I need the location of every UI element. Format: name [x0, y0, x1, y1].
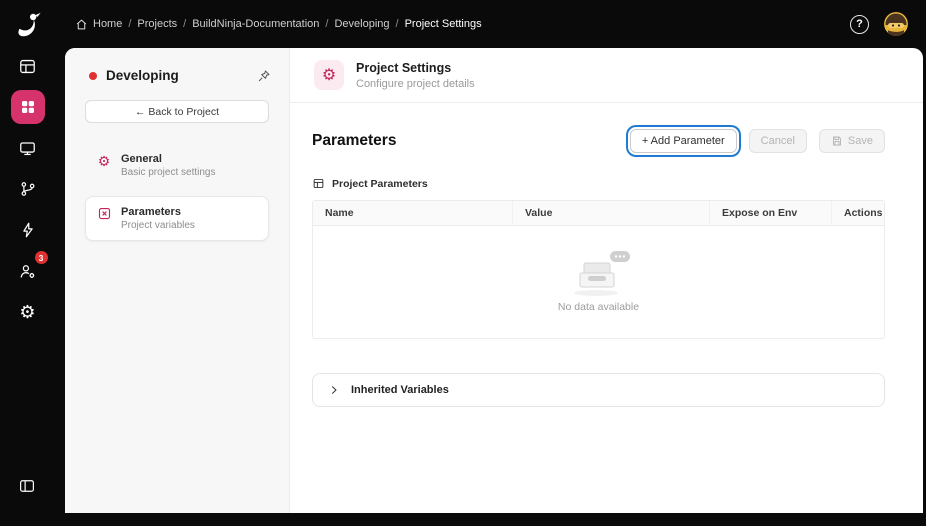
pin-icon[interactable]	[257, 69, 271, 83]
empty-inbox-icon	[573, 251, 630, 296]
parameters-section: Parameters + Add Parameter Cancel Save P…	[290, 103, 923, 513]
parameters-icon	[96, 206, 112, 221]
page-header-text: Project Settings Configure project detai…	[356, 61, 475, 90]
project-parameters-group: Project Parameters	[312, 177, 885, 190]
page-header: ⚙ Project Settings Configure project det…	[290, 48, 923, 103]
column-header-expose-on-env: Expose on Env	[710, 201, 832, 225]
add-parameter-button[interactable]: + Add Parameter	[629, 129, 737, 153]
collapse-sidebar-button[interactable]	[10, 469, 44, 503]
breadcrumb: Home / Projects / BuildNinja-Documentati…	[75, 18, 482, 31]
breadcrumb-separator: /	[128, 18, 132, 30]
sidebar-item-parameters[interactable]: Parameters Project variables	[85, 196, 269, 241]
topbar-actions: ?	[850, 12, 908, 36]
table-icon	[313, 178, 324, 189]
rail-item-users[interactable]: 3	[11, 251, 48, 288]
breadcrumb-separator: /	[395, 18, 399, 30]
dashboard-icon	[20, 59, 35, 73]
empty-state: No data available	[313, 226, 884, 338]
rail-item-projects[interactable]	[10, 90, 45, 124]
column-header-actions: Actions	[844, 207, 883, 219]
user-avatar[interactable]	[884, 12, 908, 36]
inherited-variables-label: Inherited Variables	[351, 384, 449, 396]
notification-badge: 3	[34, 251, 48, 264]
page-title: Project Settings	[356, 60, 452, 75]
project-sidebar: Developing ← Back to Project ⚙ General B…	[65, 48, 290, 513]
parameters-table: Name Value Expose on Env Actions No data…	[312, 200, 885, 339]
breadcrumb-separator: /	[325, 18, 329, 30]
rail-item-settings[interactable]: ⚙	[11, 295, 45, 329]
page-subtitle: Configure project details	[356, 77, 475, 90]
app-logo-icon[interactable]	[12, 8, 44, 40]
projects-grid-icon	[21, 101, 34, 113]
project-status-dot	[89, 71, 97, 80]
project-settings-gear-icon: ⚙	[314, 60, 344, 90]
monitor-icon	[20, 141, 35, 155]
breadcrumb-separator: /	[183, 18, 187, 30]
rail-item-runs[interactable]	[11, 213, 45, 247]
settings-content: ⚙ Project Settings Configure project det…	[290, 48, 923, 513]
inherited-variables-panel[interactable]: Inherited Variables	[312, 373, 885, 407]
breadcrumb-buildninja-documentation[interactable]: BuildNinja-Documentation	[192, 18, 319, 30]
bird-logo-icon	[17, 12, 41, 37]
cancel-button[interactable]: Cancel	[748, 129, 807, 153]
save-button[interactable]: Save	[818, 129, 885, 153]
git-branch-icon	[21, 182, 34, 196]
column-header-name: Name	[313, 201, 513, 225]
sidebar-item-general[interactable]: ⚙ General Basic project settings	[85, 143, 269, 188]
save-button-label: Save	[847, 135, 873, 147]
project-header: Developing	[65, 68, 289, 83]
rail-item-overview[interactable]	[11, 49, 45, 83]
back-to-project-button[interactable]: ← Back to Project	[85, 100, 269, 123]
sidebar-item-subtitle: Basic project settings	[121, 167, 216, 178]
section-header-row: Parameters + Add Parameter Cancel Save	[312, 129, 885, 153]
settings-nav: ⚙ General Basic project settings Paramet…	[65, 143, 289, 241]
table-header-row: Name Value Expose on Env Actions	[313, 201, 884, 226]
group-label: Project Parameters	[332, 177, 428, 190]
sidebar-item-label: Parameters	[121, 206, 181, 218]
breadcrumb-developing[interactable]: Developing	[334, 18, 389, 30]
home-icon	[75, 18, 88, 31]
main-panel: Developing ← Back to Project ⚙ General B…	[65, 48, 923, 513]
app-window: 3 ⚙ Home / Projects / BuildNinja-Documen…	[0, 0, 926, 526]
breadcrumb-home[interactable]: Home	[93, 18, 122, 30]
sidebar-item-text: General Basic project settings	[121, 153, 216, 178]
rail-item-vcs[interactable]	[11, 172, 45, 206]
section-title: Parameters	[312, 132, 397, 149]
rail-item-agents[interactable]	[11, 131, 45, 165]
lightning-icon	[22, 222, 33, 238]
sidebar-item-label: General	[121, 153, 162, 165]
sidebar-toggle-icon	[20, 480, 34, 492]
project-name: Developing	[106, 68, 179, 83]
column-header-value: Value	[513, 201, 710, 225]
sidebar-item-subtitle: Project variables	[121, 220, 195, 231]
top-bar: Home / Projects / BuildNinja-Documentati…	[55, 0, 926, 48]
save-floppy-icon	[832, 136, 841, 146]
breadcrumb-project-settings[interactable]: Project Settings	[405, 18, 482, 30]
nav-rail: 3 ⚙	[0, 0, 55, 526]
gear-icon: ⚙	[19, 302, 36, 322]
chevron-right-icon	[332, 386, 337, 394]
ninja-avatar-icon	[884, 12, 908, 36]
general-gear-icon: ⚙	[97, 153, 111, 169]
breadcrumb-projects[interactable]: Projects	[137, 18, 177, 30]
user-gear-icon	[20, 264, 35, 278]
section-actions: + Add Parameter Cancel Save	[629, 129, 885, 153]
sidebar-item-text: Parameters Project variables	[121, 206, 195, 231]
empty-state-text: No data available	[557, 301, 640, 313]
help-button[interactable]: ?	[850, 14, 869, 34]
